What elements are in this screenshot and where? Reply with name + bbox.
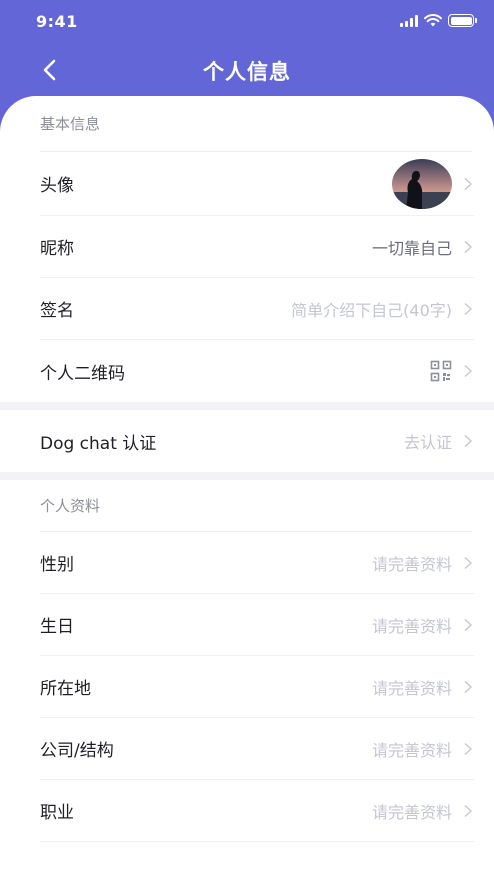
qrcode-icon xyxy=(430,360,452,382)
status-bar: 9:41 xyxy=(0,0,494,44)
section-divider xyxy=(0,402,494,410)
row-location[interactable]: 所在地 请完善资料 xyxy=(40,656,474,718)
chevron-right-icon xyxy=(464,680,473,693)
row-nickname[interactable]: 昵称 一切靠自己 xyxy=(40,216,474,278)
status-icons xyxy=(400,14,477,27)
section-header-basic: 基本信息 xyxy=(40,96,472,152)
section-header-profile: 个人资料 xyxy=(40,480,472,532)
status-time: 9:41 xyxy=(36,12,78,31)
row-label: 生日 xyxy=(40,617,74,637)
battery-icon xyxy=(448,14,477,27)
row-value: 请完善资料 xyxy=(371,678,452,698)
row-gender[interactable]: 性别 请完善资料 xyxy=(40,532,474,594)
row-avatar[interactable]: 头像 xyxy=(40,152,474,216)
row-dogchat-verify[interactable]: Dog chat 认证 去认证 xyxy=(40,410,474,472)
section-divider xyxy=(0,472,494,480)
nav-bar: 个人信息 xyxy=(0,44,494,96)
page-title: 个人信息 xyxy=(203,60,291,84)
signal-icon xyxy=(400,14,418,27)
row-company[interactable]: 公司/结构 请完善资料 xyxy=(40,718,474,780)
row-label: 昵称 xyxy=(40,239,74,259)
row-value: 一切靠自己 xyxy=(371,238,452,258)
chevron-right-icon xyxy=(464,742,473,755)
row-value: 请完善资料 xyxy=(371,740,452,760)
chevron-right-icon xyxy=(464,240,473,253)
row-label: Dog chat 认证 xyxy=(40,433,157,454)
chevron-right-icon xyxy=(464,804,473,817)
chevron-right-icon xyxy=(464,434,473,448)
row-label: 个人二维码 xyxy=(40,363,125,384)
row-label: 公司/结构 xyxy=(40,741,114,761)
avatar[interactable] xyxy=(392,158,452,209)
chevron-right-icon xyxy=(464,556,473,569)
row-label: 签名 xyxy=(40,301,74,321)
row-signature[interactable]: 签名 简单介绍下自己(40字) xyxy=(40,278,474,340)
row-qrcode[interactable]: 个人二维码 xyxy=(40,340,474,402)
wifi-icon xyxy=(424,14,442,27)
row-label: 职业 xyxy=(40,803,74,823)
row-occupation[interactable]: 职业 请完善资料 xyxy=(40,780,474,842)
row-value: 请完善资料 xyxy=(371,554,452,574)
chevron-right-icon xyxy=(464,177,473,190)
chevron-right-icon xyxy=(464,302,473,315)
row-value: 去认证 xyxy=(403,433,452,452)
row-label: 性别 xyxy=(40,555,74,575)
row-value: 请完善资料 xyxy=(371,616,452,636)
row-label: 头像 xyxy=(40,176,74,196)
chevron-right-icon xyxy=(464,618,473,631)
row-value: 请完善资料 xyxy=(371,802,452,822)
section-title: 基本信息 xyxy=(40,115,101,133)
content-sheet: 基本信息 头像 昵称 一切靠自己 签名 简单介绍下自己(40字) 个人二维码 D… xyxy=(0,96,494,880)
row-value: 简单介绍下自己(40字) xyxy=(291,300,452,320)
chevron-right-icon xyxy=(464,364,473,378)
row-birthday[interactable]: 生日 请完善资料 xyxy=(40,594,474,656)
section-title: 个人资料 xyxy=(40,497,101,515)
row-label: 所在地 xyxy=(40,679,91,699)
